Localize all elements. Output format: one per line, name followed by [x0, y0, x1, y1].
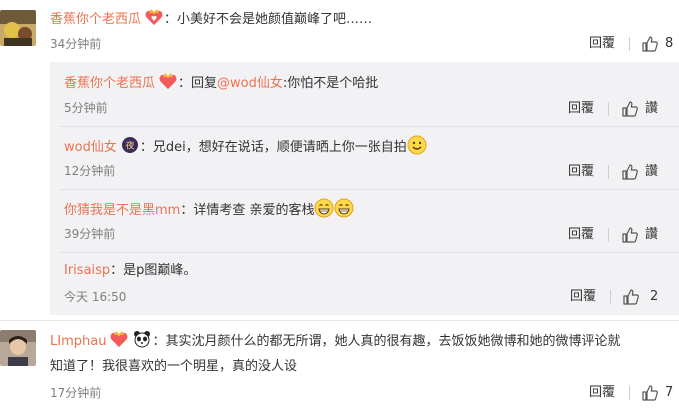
comment-divider	[0, 320, 679, 321]
avatar-image	[0, 330, 36, 366]
thumbs-up-icon[interactable]	[641, 384, 659, 402]
grin-emoji-icon	[334, 198, 354, 218]
reply2-reply-button[interactable]: 回覆	[568, 163, 594, 181]
reply2-line: wod仙女夜 ：兄dei，想好在说话，顺便请晒上你一张自拍	[64, 135, 427, 158]
action-separator	[629, 37, 630, 51]
comment1-like-count: 8	[665, 36, 674, 51]
heart-crown-badge-icon[interactable]	[109, 330, 129, 348]
heart-crown-badge-icon[interactable]	[158, 72, 178, 90]
comment1-text: ：小美好不会是她颜值巅峰了吧……	[164, 12, 373, 27]
comment2-text-line1: ：其实沈月颜什么的都无所谓，她人真的很有趣，去饭饭她微博和她的微博评论就	[152, 334, 621, 349]
avatar-limphau[interactable]	[0, 330, 36, 366]
reply-separator	[60, 126, 679, 127]
reply4-line: Irisaisp：是p图巅峰。	[64, 261, 196, 281]
comment2-like-count: 7	[665, 385, 674, 400]
action-separator	[610, 290, 611, 304]
reply3-text: ：详情考查 亲爱的客栈	[180, 203, 315, 218]
comment2-line2: 知道了！我很喜欢的一个明星，真的没人设	[50, 357, 297, 377]
reply-separator	[60, 252, 679, 253]
reply1-mention[interactable]: @wod仙女	[217, 76, 283, 91]
reply1-like-label[interactable]: 讚	[645, 100, 658, 118]
reply1-username[interactable]: 香蕉你个老西瓜	[64, 76, 155, 91]
action-separator	[629, 386, 630, 400]
grin-emoji-icon	[314, 198, 334, 218]
reply1-time: 5分钟前	[64, 101, 108, 115]
thumbs-up-icon[interactable]	[622, 288, 640, 306]
reply3-line: 你猜我是不是黑mm：详情考查 亲爱的客栈	[64, 198, 354, 221]
comment1-time: 34分钟前	[50, 37, 102, 51]
reply2-like-label[interactable]: 讚	[645, 163, 658, 181]
reply3-username[interactable]: 你猜我是不是黑mm	[64, 203, 180, 218]
thumbs-up-icon[interactable]	[621, 226, 639, 244]
panda-badge-icon[interactable]	[132, 330, 152, 348]
thumbs-up-icon[interactable]	[621, 100, 639, 118]
comment2-username[interactable]: LImphau	[50, 334, 106, 349]
reply2-username[interactable]: wod仙女	[64, 140, 117, 155]
reply4-text: ：是p图巅峰。	[110, 263, 197, 278]
comment1-reply-button[interactable]: 回覆	[589, 35, 615, 53]
reply4-username[interactable]: Irisaisp	[64, 263, 110, 278]
action-separator	[608, 165, 609, 179]
reply2-text: ：兄dei，想好在说话，顺便请晒上你一张自拍	[139, 140, 407, 155]
comment2-text-line2: 知道了！我很喜欢的一个明星，真的没人设	[50, 359, 298, 374]
comment2-time: 17分钟前	[50, 386, 102, 400]
reply4-reply-button[interactable]: 回覆	[570, 288, 596, 306]
comment1-username[interactable]: 香蕉你个老西瓜	[50, 12, 141, 27]
action-separator	[608, 102, 609, 116]
svg-text:♥: ♥	[151, 15, 157, 23]
thumbs-up-icon[interactable]	[641, 35, 659, 53]
reply2-time: 12分钟前	[64, 164, 116, 178]
reply1-text: :你怕不是个哈批	[282, 76, 379, 91]
comment2-line1: LImphau ：其实沈月颜什么的都无所谓，她人真的很有趣，去饭饭她微博和她的微博…	[50, 330, 620, 352]
reply3-reply-button[interactable]: 回覆	[568, 226, 594, 244]
reply3-time: 39分钟前	[64, 227, 116, 241]
reply-separator	[60, 189, 679, 190]
reply1-reply-button[interactable]: 回覆	[568, 100, 594, 118]
night-badge-char: 夜	[125, 140, 134, 152]
reply4-like-count: 2	[650, 289, 659, 304]
heart-crown-badge-icon[interactable]: ♥	[144, 8, 164, 26]
avatar-image	[0, 10, 36, 46]
comment2-reply-button[interactable]: 回覆	[589, 384, 615, 402]
reply1-prefix: ：回复	[178, 76, 218, 91]
reply4-time: 今天 16:50	[64, 290, 127, 304]
smile-emoji-icon	[407, 135, 427, 155]
night-badge-icon[interactable]: 夜	[120, 136, 140, 154]
thumbs-up-icon[interactable]	[621, 163, 639, 181]
reply1-line: 香蕉你个老西瓜 ：回复@wod仙女:你怕不是个哈批	[64, 72, 378, 94]
action-separator	[608, 228, 609, 242]
comment1-line: 香蕉你个老西瓜 ♥ ：小美好不会是她颜值巅峰了吧……	[50, 8, 372, 30]
avatar-xiangjiao[interactable]	[0, 10, 36, 46]
reply3-like-label[interactable]: 讚	[645, 226, 658, 244]
